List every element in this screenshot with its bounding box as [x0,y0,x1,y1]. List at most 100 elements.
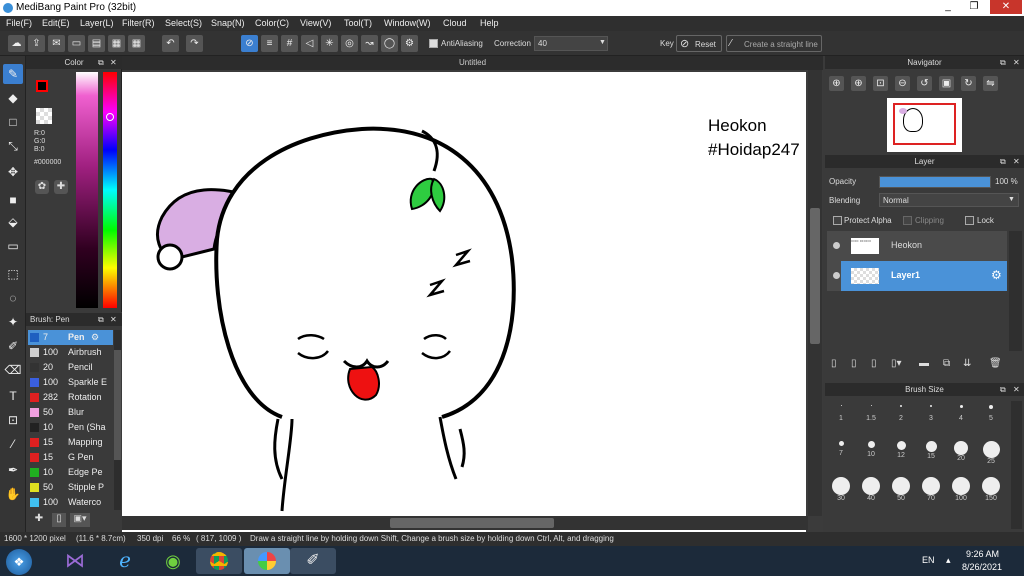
brush-item[interactable]: 7 Pen ⚙ [28,330,113,345]
brush-size-option[interactable]: 100 [945,477,977,502]
snap-settings-icon[interactable]: ⚙ [401,35,418,52]
layer-row[interactable]: ▭▭ ▭▭▭ Heokon [827,231,1007,261]
antialiasing-checkbox[interactable] [429,39,438,48]
minimize-button[interactable]: _ [936,0,960,14]
menu-select[interactable]: Select(S) [165,18,202,28]
internet-explorer-icon[interactable]: ℯ [102,548,148,574]
horizontal-scroll-thumb[interactable] [390,518,554,528]
vertical-scrollbar[interactable] [808,70,822,516]
lasso-select-icon[interactable]: ◌ [3,288,23,308]
brush-size-option[interactable]: 1.5 [855,405,887,429]
document-icon[interactable]: ▤ [88,35,105,52]
brush-size-scrollbar[interactable] [1011,401,1022,529]
popout-icon[interactable]: ⧉ [98,315,104,325]
new-halftone-layer-icon[interactable]: ▯ [851,358,857,369]
start-button-icon[interactable]: ❖ [6,549,32,575]
cloud-icon[interactable]: ☁ [8,35,25,52]
radial-snap-icon[interactable]: ✳ [321,35,338,52]
chevron-up-icon[interactable]: ▴ [946,555,951,566]
brush-item[interactable]: 100 Waterco [28,495,113,510]
brush-item[interactable]: 50 Stipple P [28,480,113,495]
merge-down-icon[interactable]: ⇊ [963,358,971,369]
brush-item[interactable]: 20 Pencil [28,360,113,375]
app-icon[interactable]: ◉ [150,548,196,574]
menu-snap[interactable]: Snap(N) [211,18,245,28]
close-icon[interactable]: ✕ [110,58,117,67]
menu-tool[interactable]: Tool(T) [344,18,372,28]
brush-size-option[interactable]: 10 [855,441,887,465]
close-icon[interactable]: ✕ [110,315,117,324]
shape-fill-icon[interactable]: ■ [3,190,23,210]
menu-window[interactable]: Window(W) [384,18,431,28]
visibility-eye-icon[interactable] [833,242,840,249]
share-icon[interactable]: ⇪ [28,35,45,52]
ellipse-snap-icon[interactable]: ◯ [381,35,398,52]
new-brush-icon[interactable]: ▯ [52,513,66,527]
popout-icon[interactable]: ⧉ [98,58,104,68]
comment-icon[interactable]: ▭ [68,35,85,52]
brush-item[interactable]: 100 Sparkle E [28,375,113,390]
rect-select-icon[interactable]: ⬚ [3,264,23,284]
select-eraser-icon[interactable]: ⌫ [3,360,23,380]
new-layer-icon[interactable]: ▯ [831,358,837,369]
brush-size-option[interactable]: 12 [885,441,917,465]
brush-size-option[interactable]: 5 [975,405,1007,429]
reset-button[interactable]: ⊘ Reset [676,35,722,52]
vertical-scroll-thumb[interactable] [810,208,820,344]
zoom-out-icon[interactable]: ⊖ [895,76,910,91]
text-tool-icon[interactable]: T [3,386,23,406]
correction-select[interactable]: 40 ▼ [534,36,608,51]
straight-line-button[interactable]: ⁄ Create a straight line [726,35,822,52]
clock-time[interactable]: 9:26 AM [966,549,999,559]
menu-filter[interactable]: Filter(R) [122,18,155,28]
popout-icon[interactable]: ⧉ [1000,157,1006,167]
close-icon[interactable]: ✕ [1013,385,1020,394]
brush-size-option[interactable]: 50 [885,477,917,502]
menu-help[interactable]: Help [480,18,499,28]
brush-size-option[interactable]: 15 [915,441,947,465]
eraser-tool-icon[interactable]: ◆ [3,88,23,108]
rotate-left-icon[interactable]: ↺ [917,76,932,91]
parallel-snap-icon[interactable]: ≡ [261,35,278,52]
select-pen-icon[interactable]: ✐ [3,336,23,356]
eyedropper-icon[interactable]: ⁄ [3,434,23,454]
bucket-tool-icon[interactable]: ⬙ [3,212,23,232]
brush-size-option[interactable]: 3 [915,405,947,429]
brush-item[interactable]: 15 Mapping [28,435,113,450]
clipping-checkbox[interactable] [903,216,912,225]
brush-list-scrollbar[interactable] [114,330,121,510]
dot-tool-icon[interactable]: □ [3,112,23,132]
lock-checkbox[interactable] [965,216,974,225]
canvas-tab[interactable]: Untitled [122,56,823,70]
gear-icon[interactable]: ⚙ [91,330,99,345]
menu-view[interactable]: View(V) [300,18,331,28]
fit-window-icon[interactable]: ⊡ [873,76,888,91]
popout-icon[interactable]: ⧉ [1000,58,1006,68]
zoom-in-icon[interactable]: ⊕ [829,76,844,91]
duplicate-layer-icon[interactable]: ⧉ [943,358,950,369]
palette-add-icon[interactable]: ✚ [54,180,68,194]
menu-file[interactable]: File(F) [6,18,32,28]
menu-cloud[interactable]: Cloud [443,18,467,28]
brush-item[interactable]: 50 Blur [28,405,113,420]
new-8bit-layer-icon[interactable]: ▯ [871,358,877,369]
visibility-eye-icon[interactable] [833,272,840,279]
brush-size-option[interactable]: 7 [825,441,857,465]
hand-tool-icon[interactable]: ✋ [3,484,23,504]
navigator-preview[interactable] [887,98,962,152]
brush-size-option[interactable]: 20 [945,441,977,465]
brush-item[interactable]: 15 G Pen [28,450,113,465]
protect-alpha-checkbox[interactable] [833,216,842,225]
folder-icon[interactable]: ▬ [919,358,929,369]
grid-icon[interactable]: ▦ [128,35,145,52]
circle-snap-icon[interactable]: ◎ [341,35,358,52]
gear-icon[interactable]: ⚙ [991,268,1002,282]
brush-tool-icon[interactable]: ✎ [3,64,23,84]
brush-item[interactable]: 100 Airbrush [28,345,113,360]
brush-size-option[interactable]: 1 [825,405,857,429]
magic-wand-icon[interactable]: ✦ [3,312,23,332]
brush-item[interactable]: 10 Edge Pe [28,465,113,480]
menu-edit[interactable]: Edit(E) [42,18,70,28]
brush-item[interactable]: 10 Pen (Sha [28,420,113,435]
layer-type-menu-icon[interactable]: ▯▾ [891,358,902,369]
